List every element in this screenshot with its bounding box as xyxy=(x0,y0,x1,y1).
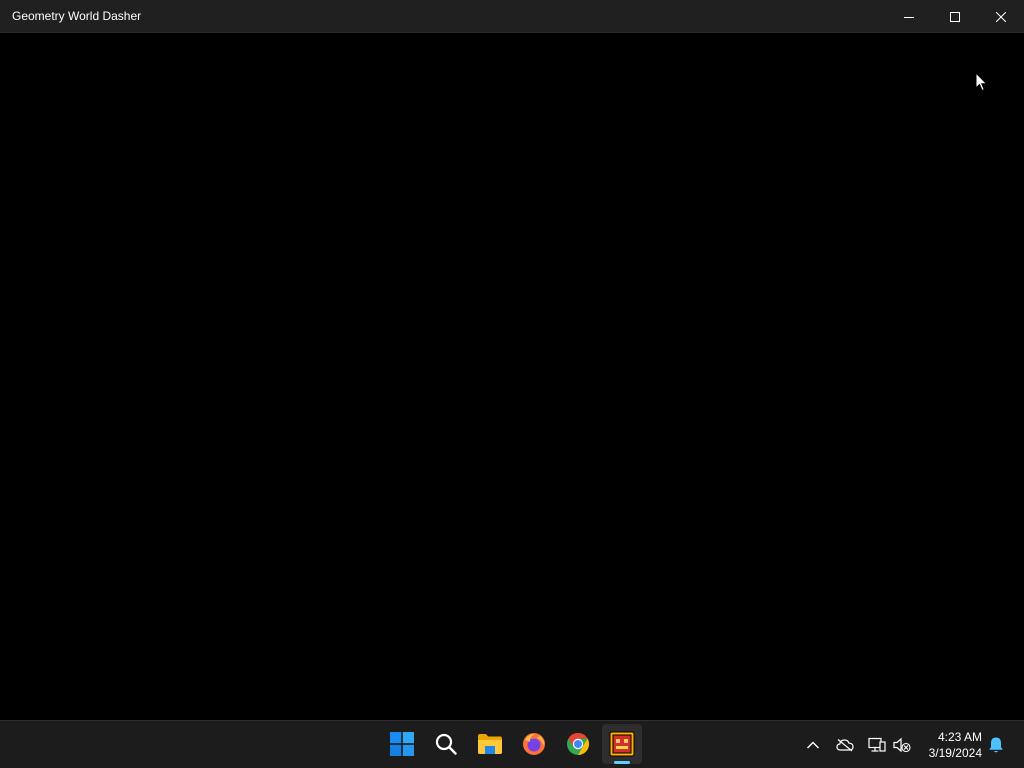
taskbar: 4:23 AM 3/19/2024 xyxy=(0,720,1024,768)
minimize-button[interactable] xyxy=(886,0,932,33)
clock-time: 4:23 AM xyxy=(937,730,982,744)
show-hidden-icons-button[interactable] xyxy=(801,733,825,757)
maximize-icon xyxy=(950,11,960,22)
app-window: Geometry World Dasher xyxy=(0,0,1024,720)
clock-date: 3/19/2024 xyxy=(928,746,982,760)
close-icon xyxy=(996,11,1006,22)
windows-logo-icon xyxy=(390,732,414,756)
active-app-indicator xyxy=(614,761,630,764)
search-icon xyxy=(435,733,457,755)
close-button[interactable] xyxy=(978,0,1024,33)
firefox-icon xyxy=(523,733,545,755)
folder-icon xyxy=(478,734,502,754)
cloud-offline-icon xyxy=(836,739,854,752)
network-icon xyxy=(868,737,886,752)
geometry-dash-icon xyxy=(609,731,635,757)
minimize-icon xyxy=(904,16,914,18)
volume-button[interactable] xyxy=(890,733,914,757)
notification-bell-icon xyxy=(989,737,1003,753)
notification-center-button[interactable] xyxy=(984,733,1008,757)
window-title: Geometry World Dasher xyxy=(12,9,142,23)
game-canvas[interactable] xyxy=(0,33,1024,720)
clock[interactable]: 4:23 AM 3/19/2024 xyxy=(918,729,982,761)
file-explorer-button[interactable] xyxy=(470,724,510,764)
chevron-up-icon xyxy=(807,741,819,749)
network-button[interactable] xyxy=(865,733,889,757)
start-button[interactable] xyxy=(382,724,422,764)
chrome-button[interactable] xyxy=(558,724,598,764)
volume-muted-icon xyxy=(893,737,911,753)
search-button[interactable] xyxy=(426,724,466,764)
title-bar[interactable]: Geometry World Dasher xyxy=(0,0,1024,33)
geometry-dash-button[interactable] xyxy=(602,724,642,764)
onedrive-button[interactable] xyxy=(833,733,857,757)
chrome-icon xyxy=(567,733,589,755)
firefox-button[interactable] xyxy=(514,724,554,764)
maximize-button[interactable] xyxy=(932,0,978,33)
mouse-cursor-icon xyxy=(975,72,988,92)
